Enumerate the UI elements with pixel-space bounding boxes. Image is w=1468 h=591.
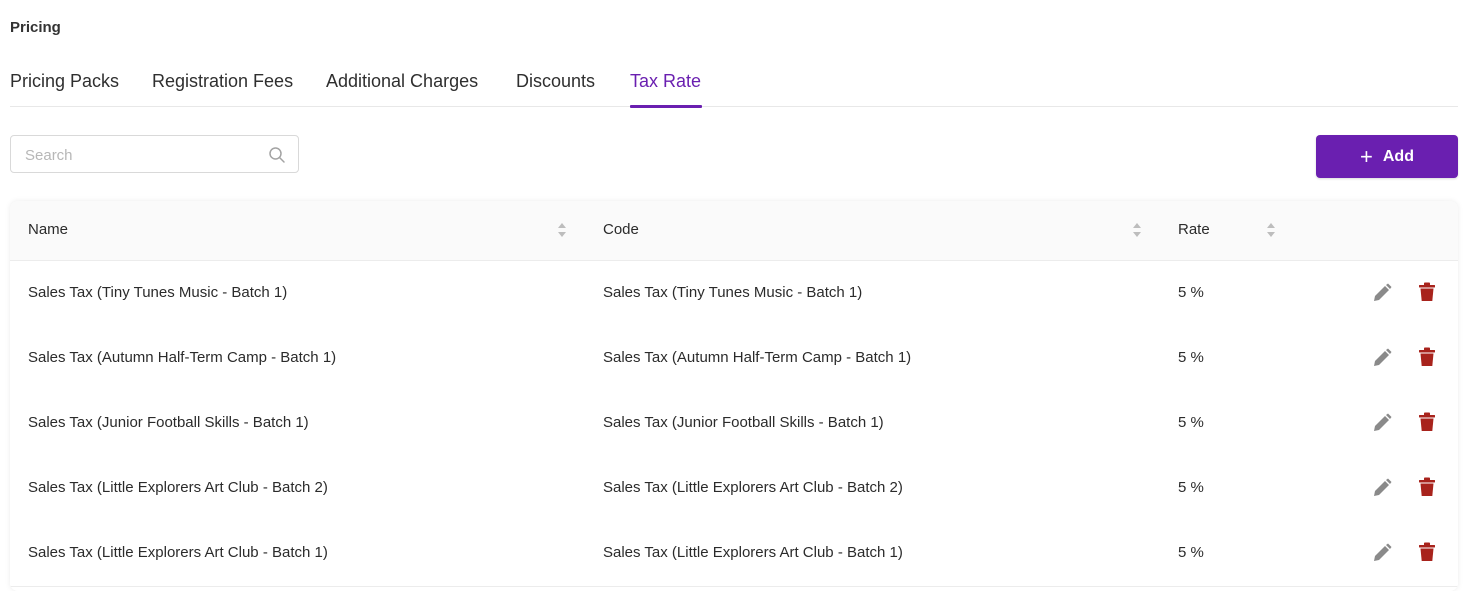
tab-bar: Pricing Packs Registration Fees Addition…: [10, 62, 1458, 108]
column-header-code: Code: [603, 221, 639, 238]
add-button-label: Add: [1382, 147, 1414, 165]
edit-icon[interactable]: [1372, 413, 1392, 433]
cell-code: Sales Tax (Tiny Tunes Music - Batch 1): [603, 284, 863, 301]
add-button[interactable]: + Add: [1316, 135, 1458, 178]
cell-rate: 5 %: [1178, 284, 1204, 301]
plus-icon: +: [1360, 143, 1373, 169]
tab-discounts[interactable]: Discounts: [516, 70, 595, 92]
cell-code: Sales Tax (Junior Football Skills - Batc…: [603, 414, 884, 431]
tab-pricing-packs[interactable]: Pricing Packs: [10, 70, 119, 92]
cell-rate: 5 %: [1178, 544, 1204, 561]
table-row: Sales Tax (Tiny Tunes Music - Batch 1) S…: [10, 261, 1458, 327]
cell-rate: 5 %: [1178, 414, 1204, 431]
cell-code: Sales Tax (Autumn Half-Term Camp - Batch…: [603, 349, 912, 366]
sort-icon[interactable]: [1132, 222, 1142, 238]
sort-icon[interactable]: [1266, 222, 1276, 238]
cell-name: Sales Tax (Little Explorers Art Club - B…: [28, 544, 328, 561]
column-header-name: Name: [28, 221, 69, 238]
cell-name: Sales Tax (Little Explorers Art Club - B…: [28, 479, 328, 496]
search-icon[interactable]: [268, 146, 286, 164]
table-row: Sales Tax (Junior Football Skills - Batc…: [10, 391, 1458, 457]
edit-icon[interactable]: [1372, 283, 1392, 303]
table-row: Sales Tax (Little Explorers Art Club - B…: [10, 456, 1458, 522]
edit-icon[interactable]: [1372, 543, 1392, 563]
table-row: Sales Tax (Little Explorers Art Club - B…: [10, 521, 1458, 587]
tax-rate-table: Name Code Rate Sales Tax (Tiny Tunes Mus…: [10, 201, 1458, 591]
delete-icon[interactable]: [1418, 347, 1436, 367]
cell-name: Sales Tax (Tiny Tunes Music - Batch 1): [28, 284, 288, 301]
tab-additional-charges[interactable]: Additional Charges: [326, 70, 478, 92]
search-input[interactable]: [23, 144, 267, 166]
sort-icon[interactable]: [557, 222, 567, 238]
cell-rate: 5 %: [1178, 349, 1204, 366]
delete-icon[interactable]: [1418, 542, 1436, 562]
cell-code: Sales Tax (Little Explorers Art Club - B…: [603, 479, 903, 496]
cell-name: Sales Tax (Junior Football Skills - Batc…: [28, 414, 309, 431]
edit-icon[interactable]: [1372, 348, 1392, 368]
delete-icon[interactable]: [1418, 412, 1436, 432]
table-row: Sales Tax (Autumn Half-Term Camp - Batch…: [10, 326, 1458, 392]
search-box: [10, 135, 299, 173]
edit-icon[interactable]: [1372, 478, 1392, 498]
cell-name: Sales Tax (Autumn Half-Term Camp - Batch…: [28, 349, 337, 366]
cell-code: Sales Tax (Little Explorers Art Club - B…: [603, 544, 903, 561]
delete-icon[interactable]: [1418, 477, 1436, 497]
active-tab-indicator: [630, 105, 702, 108]
tab-tax-rate[interactable]: Tax Rate: [630, 70, 701, 92]
delete-icon[interactable]: [1418, 282, 1436, 302]
tab-registration-fees[interactable]: Registration Fees: [152, 70, 293, 92]
column-header-rate: Rate: [1178, 221, 1210, 238]
cell-rate: 5 %: [1178, 479, 1204, 496]
page-title: Pricing: [10, 19, 61, 36]
table-header: Name Code Rate: [10, 201, 1458, 261]
